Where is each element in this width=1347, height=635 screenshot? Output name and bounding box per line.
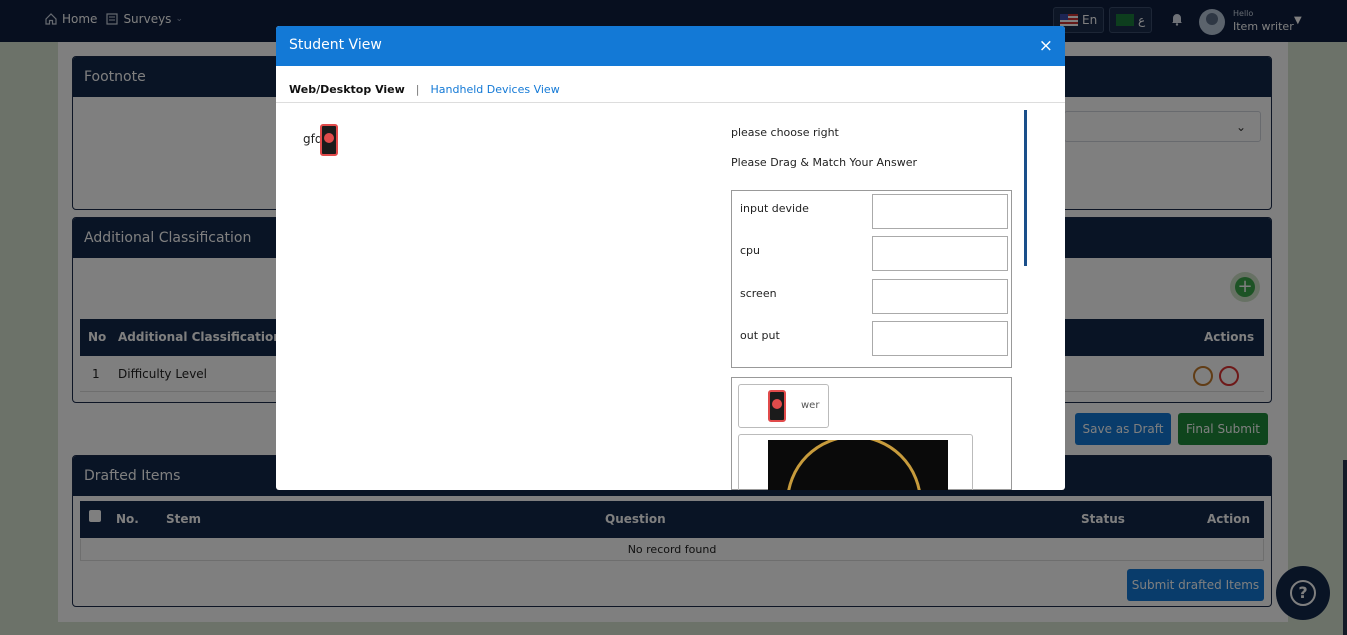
tabs-divider	[276, 102, 1065, 103]
drop-target[interactable]	[872, 236, 1008, 271]
close-icon[interactable]: ×	[1039, 36, 1053, 56]
match-label: out put	[740, 329, 780, 342]
tab-web-desktop[interactable]: Web/Desktop View	[289, 83, 405, 96]
tab-handheld[interactable]: Handheld Devices View	[431, 83, 560, 96]
drop-target[interactable]	[872, 321, 1008, 356]
match-row: out put	[740, 321, 1008, 357]
match-row: input devide	[740, 194, 1008, 230]
instruction-text: Please Drag & Match Your Answer	[731, 156, 918, 169]
media-play-icon[interactable]	[320, 124, 338, 156]
modal-header: Student View ×	[276, 26, 1065, 66]
tab-separator: |	[415, 83, 420, 96]
drag-item[interactable]: wer	[738, 384, 829, 428]
match-label: input devide	[740, 202, 809, 215]
media-play-icon	[768, 390, 786, 422]
view-tabs: Web/Desktop View | Handheld Devices View	[289, 83, 560, 96]
drag-options-area: wer	[731, 377, 1012, 490]
drop-target[interactable]	[872, 194, 1008, 229]
student-view-modal: Student View × Web/Desktop View | Handhe…	[276, 26, 1065, 490]
drag-item[interactable]	[738, 434, 973, 490]
drag-item-image	[768, 440, 948, 490]
instruction-text: please choose right	[731, 126, 839, 139]
modal-title: Student View	[289, 37, 382, 53]
drop-target[interactable]	[872, 279, 1008, 314]
match-label: screen	[740, 287, 777, 300]
match-row: screen	[740, 279, 1008, 315]
match-label: cpu	[740, 244, 761, 257]
drag-item-text: wer	[801, 400, 820, 411]
modal-scrollbar[interactable]	[1024, 110, 1027, 266]
match-area: input devide cpu screen out put	[731, 190, 1012, 368]
match-row: cpu	[740, 236, 1008, 272]
